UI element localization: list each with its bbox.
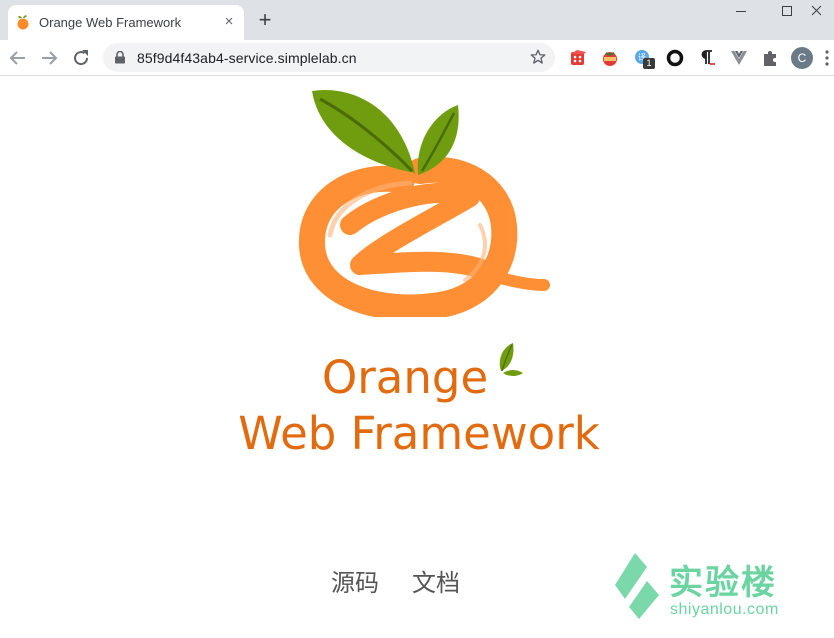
address-bar[interactable]: 85f9d4f43ab4-service.simplelab.cn [103,43,555,72]
shiyanlou-logo-icon [615,553,659,619]
more-vert-icon[interactable] [822,48,832,68]
page-content: Orange Web Framework 源码 文档 实验楼 shiyanlou… [0,77,834,638]
shiyanlou-watermark: 实验楼 shiyanlou.com [613,551,793,625]
tomato-extension-icon[interactable] [600,48,620,68]
translate-extension[interactable]: 译 1 [633,48,655,69]
lock-icon [115,51,125,64]
back-arrow-icon[interactable] [6,46,30,70]
nav-link-source[interactable]: 源码 [331,563,379,598]
orange-favicon-icon [17,15,29,30]
ring-extension-icon[interactable] [665,48,685,68]
orange-logo-icon [299,89,550,317]
puzzle-extension-icon[interactable] [760,48,780,68]
vue-extension-icon[interactable] [729,48,749,68]
url-text[interactable]: 85f9d4f43ab4-service.simplelab.cn [137,50,357,66]
tab-title: Orange Web Framework [39,15,182,30]
tab-close-button[interactable]: × [220,13,238,31]
browser-tab[interactable]: Orange Web Framework × [8,5,244,40]
dice-extension-icon[interactable] [568,48,588,68]
brand-title-web-framework: Web Framework [238,407,600,460]
profile-avatar-button[interactable]: C [791,47,813,69]
reload-icon[interactable] [69,46,93,70]
nav-link-docs[interactable]: 文档 [412,563,460,598]
window-close-button[interactable] [800,0,834,24]
watermark-en-text: shiyanlou.com [670,601,779,618]
leaf-icon [499,343,523,376]
extension-badge: 1 [643,58,655,69]
minimize-icon [736,11,746,12]
new-tab-button[interactable]: + [254,9,276,31]
window-minimize-button[interactable] [718,0,764,24]
browser-titlebar: Orange Web Framework × + [0,0,834,40]
brand-title-orange: Orange [321,351,489,404]
star-icon[interactable] [529,48,547,66]
browser-toolbar: 85f9d4f43ab4-service.simplelab.cn 译 1 C [0,40,834,76]
forward-arrow-icon[interactable] [37,46,61,70]
watermark-cn-text: 实验楼 [669,563,777,603]
close-icon [811,5,822,16]
pilcrow-extension-icon[interactable] [697,48,717,68]
